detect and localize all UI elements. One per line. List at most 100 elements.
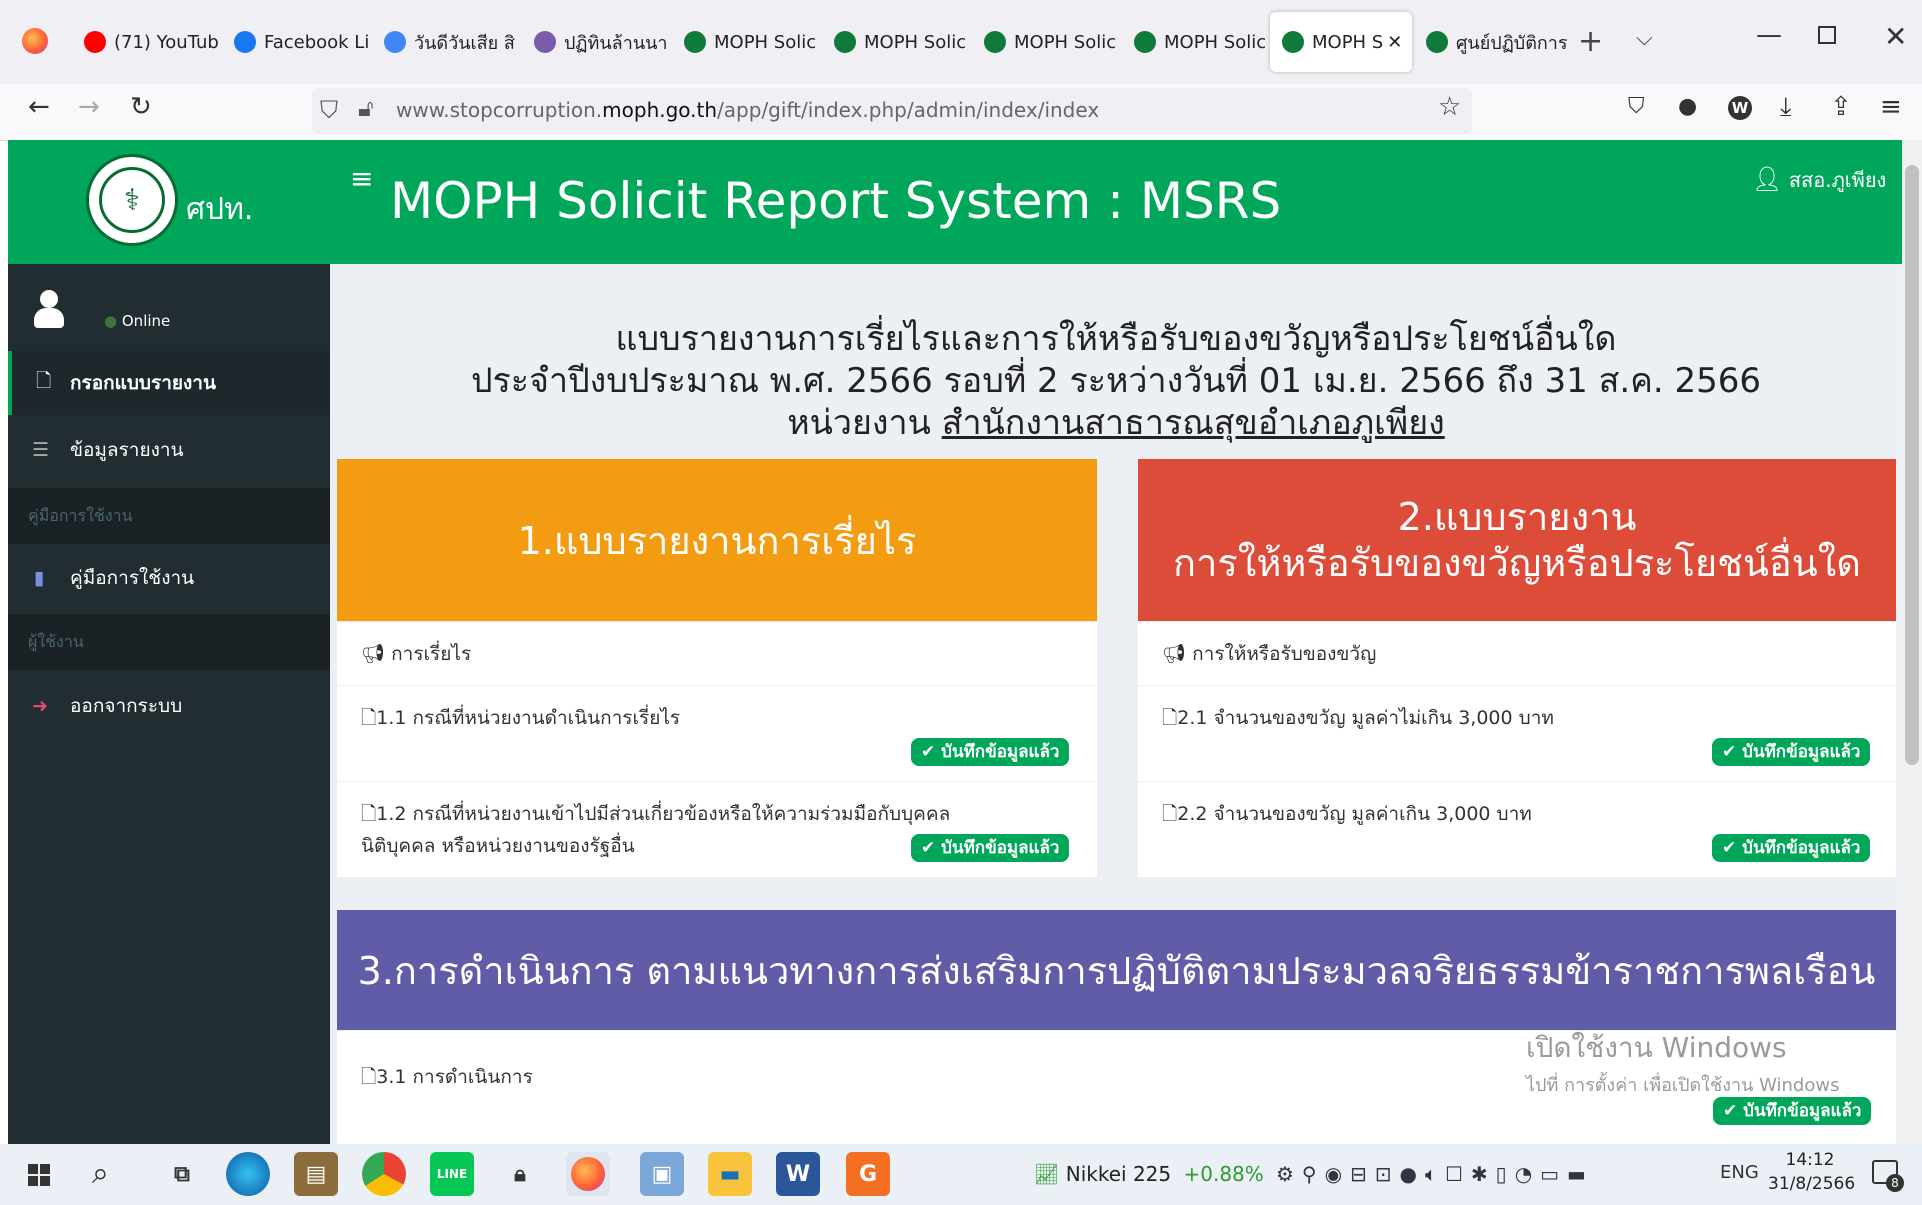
word-icon[interactable]: W <box>776 1152 820 1196</box>
windows-taskbar <box>0 1144 1922 1205</box>
sidebar-item-label: ออกจากระบบ <box>70 695 183 717</box>
box2-row-2-2[interactable]: 🗋︎2.2 จำนวนของขวัญ มูลค่าเกิน 3,000 บาท … <box>1138 781 1896 878</box>
saved-badge: ✔ บันทึกข้อมูลแล้ว <box>911 738 1070 766</box>
moph-icon <box>1134 31 1156 53</box>
box2-title-line2: การให้หรือรับของขวัญหรือประโยชน์อื่นใด <box>1173 541 1861 585</box>
calendar-site-icon <box>534 31 556 53</box>
edge-icon[interactable] <box>226 1152 270 1196</box>
new-tab-button[interactable]: + <box>1578 24 1603 59</box>
search-icon[interactable]: ⌕ <box>92 1156 109 1191</box>
megaphone-icon: 📢︎ <box>1162 643 1187 665</box>
firefox-menu-icon[interactable] <box>22 28 48 54</box>
browser-tab-label: MOPH S <box>1312 31 1384 53</box>
notification-count-badge: 8 <box>1886 1174 1904 1192</box>
browser-tab[interactable]: MOPH S ✕ <box>1270 12 1412 72</box>
browser-tab[interactable]: วันดีวันเสีย สิ <box>378 12 518 72</box>
scrollbar-thumb[interactable] <box>1905 165 1919 765</box>
forward-icon[interactable]: → <box>78 94 100 120</box>
firefox-icon[interactable] <box>566 1152 610 1196</box>
browser-tab[interactable]: MOPH Solic <box>828 12 968 72</box>
sidebar-header-manual: คู่มือการใช้งาน <box>8 488 330 544</box>
box1-section: 📢︎ การเรี่ยไร <box>337 621 1097 686</box>
list-icon: ☰ <box>32 439 50 461</box>
image-app-icon[interactable]: ▣ <box>640 1152 684 1196</box>
avatar <box>34 290 64 330</box>
moph-icon <box>1426 31 1448 53</box>
box3-title: 3.การดำเนินการ ตามแนวทางการส่งเสริมการปฏ… <box>357 948 1876 993</box>
box2-row-2-1[interactable]: 🗋︎2.1 จำนวนของขวัญ มูลค่าไม่เกิน 3,000 บ… <box>1138 685 1896 782</box>
saved-badge: ✔ บันทึกข้อมูลแล้ว <box>1713 1097 1872 1125</box>
sidebar-item-report-data[interactable]: ☰ ข้อมูลรายงาน <box>8 418 330 482</box>
close-tab-icon[interactable]: ✕ <box>1387 32 1402 53</box>
line-icon[interactable]: LINE <box>430 1152 474 1196</box>
pdf-app-icon[interactable]: G <box>846 1152 890 1196</box>
language-indicator[interactable]: ENG <box>1720 1162 1759 1183</box>
winrar-icon[interactable]: ▤ <box>294 1152 338 1196</box>
browser-tab[interactable]: ศูนย์ปฏิบัติการ <box>1420 12 1570 72</box>
lock-app-icon[interactable]: 🔒︎ <box>498 1152 542 1196</box>
sidebar-item-fill-report[interactable]: 🗋︎ กรอกแบบรายงาน <box>8 351 330 415</box>
file-icon: 🗋︎ <box>361 1066 377 1088</box>
box1-title: 1.แบบรายงานการเรี่ยไร <box>517 518 917 563</box>
bookmark-star-icon[interactable]: ☆ <box>1438 94 1461 120</box>
browser-tab-label: Facebook Li <box>264 31 368 53</box>
solicitation-report-box: 1.แบบรายงานการเรี่ยไร 📢︎ การเรี่ยไร 🗋︎1.… <box>337 459 1097 877</box>
app-title: MOPH Solicit Report System : MSRS <box>390 172 1282 230</box>
facebook-icon <box>234 31 256 53</box>
sidebar-toggle-icon[interactable]: ≡ <box>350 162 373 195</box>
browser-tab[interactable]: ปฏิทินล้านนา <box>528 12 668 72</box>
pocket-icon[interactable]: ⛉ <box>1628 96 1645 118</box>
moph-icon <box>1282 31 1304 53</box>
tracking-shield-icon[interactable]: ⛉ <box>320 96 338 124</box>
insecure-lock-icon[interactable]: 🔓︎ <box>358 94 374 122</box>
clock-time: 14:12 <box>1785 1150 1835 1170</box>
w-extension-icon[interactable]: W <box>1728 96 1752 120</box>
browser-tab[interactable]: MOPH Solic <box>678 12 818 72</box>
user-name: สสอ.ภูเพียง <box>1788 168 1887 192</box>
close-window-button[interactable]: ✕ <box>1884 20 1907 53</box>
browser-tab[interactable]: MOPH Solic <box>1128 12 1268 72</box>
browser-tab-label: MOPH Solic <box>864 31 967 53</box>
browser-tab[interactable]: Facebook Li <box>228 12 368 72</box>
stock-ticker[interactable]: 📈︎ Nikkei 225 +0.88% <box>1034 1162 1264 1186</box>
gift-report-box: 2.แบบรายงาน การให้หรือรับของขวัญหรือประโ… <box>1138 459 1896 877</box>
tray-icons[interactable]: ⚙⚲◉⊟⊡●🔈︎☐✱▯◔▭▬ <box>1276 1162 1594 1186</box>
browser-tab-label: MOPH Solic <box>1164 31 1267 53</box>
brand-name: ศปท. <box>186 192 254 227</box>
box2-header[interactable]: 2.แบบรายงาน การให้หรือรับของขวัญหรือประโ… <box>1138 459 1896 621</box>
browser-tab[interactable]: (71) YouTub <box>78 12 218 72</box>
saved-badge: ✔ บันทึกข้อมูลแล้ว <box>1712 738 1871 766</box>
extension-icon[interactable]: ● <box>1678 96 1697 118</box>
hamburger-menu-icon[interactable]: ≡ <box>1880 94 1902 120</box>
windows-start-icon[interactable] <box>28 1164 50 1186</box>
tab-list-chevron-icon[interactable]: ⌵ <box>1636 26 1653 51</box>
clock[interactable]: 14:12 31/8/2566 <box>1768 1148 1855 1196</box>
browser-tab-label: วันดีวันเสีย สิ <box>414 32 515 54</box>
box3-header[interactable]: 3.การดำเนินการ ตามแนวทางการส่งเสริมการปฏ… <box>337 910 1896 1030</box>
back-icon[interactable]: ← <box>28 94 50 120</box>
box1-row-1-2[interactable]: 🗋︎1.2 กรณีที่หน่วยงานเข้าไปมีส่วนเกี่ยวข… <box>337 781 1097 878</box>
box1-row-1-1[interactable]: 🗋︎1.1 กรณีที่หน่วยงานดำเนินการเรี่ยไร ✔ … <box>337 685 1097 782</box>
download-icon[interactable]: ⤓ <box>1780 94 1792 120</box>
logout-icon: ➜ <box>32 695 48 717</box>
file-icon: 🗋︎ <box>1162 803 1178 825</box>
file-explorer-icon[interactable]: ▬ <box>708 1152 752 1196</box>
box1-header[interactable]: 1.แบบรายงานการเรี่ยไร <box>337 459 1097 621</box>
sidebar-item-manual[interactable]: ▮ คู่มือการใช้งาน <box>8 546 330 610</box>
unit-link[interactable]: สำนักงานสาธารณสุขอำเภอภูเพียง <box>942 403 1445 443</box>
reload-icon[interactable]: ↻ <box>130 94 152 120</box>
chrome-icon[interactable] <box>362 1152 406 1196</box>
browser-tab-label: ศูนย์ปฏิบัติการ <box>1456 32 1568 54</box>
book-icon: ▮ <box>34 567 45 589</box>
user-menu[interactable]: 👤︎ สสอ.ภูเพียง <box>1752 164 1886 196</box>
sidebar-item-label: คู่มือการใช้งาน <box>70 567 195 589</box>
share-icon[interactable]: ⇪ <box>1830 94 1852 120</box>
minimize-button[interactable]: — <box>1756 20 1782 50</box>
sidebar-item-logout[interactable]: ➜ ออกจากระบบ <box>8 674 330 738</box>
browser-tab[interactable]: MOPH Solic <box>978 12 1118 72</box>
task-view-icon[interactable]: ⧉ <box>160 1152 204 1196</box>
restore-button[interactable] <box>1818 26 1836 44</box>
url-text: www.stopcorruption.moph.go.th/app/gift/i… <box>396 98 1100 122</box>
sidebar-item-label: ข้อมูลรายงาน <box>70 439 184 461</box>
box2-title-line1: 2.แบบรายงาน <box>1397 495 1637 539</box>
